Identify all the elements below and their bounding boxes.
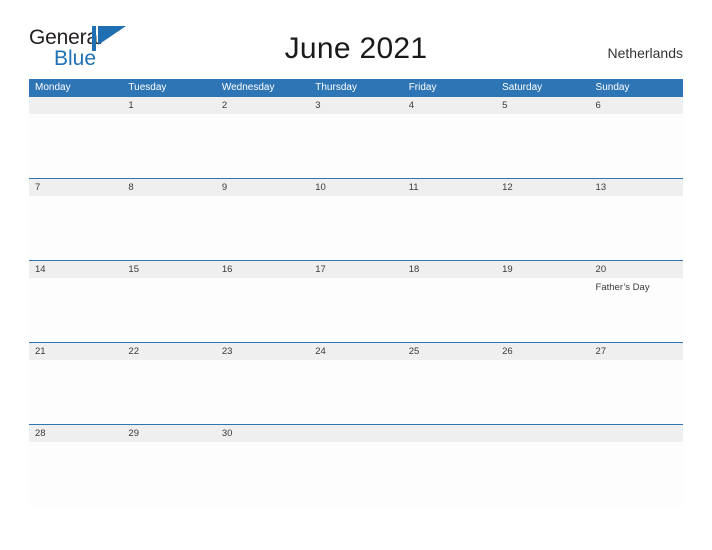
day-number: 12	[502, 182, 513, 193]
day-number: 30	[221, 428, 233, 439]
day-event-label: Father’s Day	[595, 282, 650, 293]
day-number: 25	[408, 346, 420, 357]
week-row: 14 15 16 17 18 19 20 Father’s Day	[29, 260, 683, 342]
day-number: 3	[315, 100, 321, 111]
day-number: 18	[408, 264, 420, 275]
location-label: Netherlands	[607, 45, 684, 61]
day-number: 7	[35, 182, 41, 193]
page-header: General Blue June 2021 Netherlands	[0, 0, 712, 78]
weekday-header-saturday: Saturday	[502, 82, 543, 93]
day-number: 1	[128, 100, 134, 111]
day-cell[interactable]: 6	[590, 97, 683, 178]
day-cell[interactable]: 22	[122, 343, 215, 424]
day-number: 8	[128, 182, 134, 193]
day-cell[interactable]: 12	[496, 179, 589, 260]
page-title: June 2021	[284, 32, 428, 65]
calendar-grid: Monday Tuesday Wednesday Thursday Friday…	[29, 79, 683, 506]
day-cell[interactable]: 23	[216, 343, 309, 424]
day-number: 15	[128, 264, 139, 275]
day-number: 24	[315, 346, 326, 357]
day-number: 26	[502, 346, 513, 357]
day-number: 22	[128, 346, 139, 357]
day-number: 21	[35, 346, 46, 357]
week-row: 7 8 9 10 11 12 13	[29, 178, 683, 260]
weekday-header-row: Monday Tuesday Wednesday Thursday Friday…	[29, 79, 683, 96]
day-number: 11	[408, 182, 419, 193]
day-cell[interactable]: 17	[309, 261, 402, 342]
day-number: 9	[221, 182, 228, 193]
day-cell[interactable]: 7	[29, 179, 122, 260]
day-cell[interactable]: 18	[403, 261, 496, 342]
week-row: 28 29 30	[29, 424, 683, 506]
day-cell[interactable]: 30	[216, 425, 309, 506]
day-cell[interactable]: 10	[309, 179, 402, 260]
weekday-header-tuesday: Tuesday	[128, 82, 167, 93]
weekday-header-thursday: Thursday	[315, 82, 357, 93]
day-cell[interactable]: 13	[590, 179, 683, 260]
day-cell[interactable]	[496, 425, 589, 506]
week-row: 21 22 23 24 25 26 27	[29, 342, 683, 424]
day-cell[interactable]	[29, 97, 122, 178]
day-cell[interactable]: 8	[122, 179, 215, 260]
day-cell[interactable]: 28	[29, 425, 122, 506]
day-cell[interactable]: 26	[496, 343, 589, 424]
weekday-header-monday: Monday	[35, 82, 71, 93]
day-number: 10	[315, 182, 326, 193]
day-number: 17	[315, 264, 326, 275]
day-number: 29	[128, 428, 139, 439]
day-cell[interactable]: 21	[29, 343, 122, 424]
day-cell[interactable]: 24	[309, 343, 402, 424]
day-number: 4	[408, 100, 414, 111]
day-cell[interactable]	[590, 425, 683, 506]
day-cell[interactable]: 19	[496, 261, 589, 342]
day-cell[interactable]: 25	[403, 343, 496, 424]
day-cell[interactable]: 2	[216, 97, 309, 178]
day-cell[interactable]: 1	[122, 97, 215, 178]
day-cell[interactable]: 29	[122, 425, 215, 506]
day-number: 16	[221, 264, 233, 275]
day-cell[interactable]: 4	[403, 97, 496, 178]
day-number: 6	[595, 100, 601, 111]
day-cell[interactable]: 9	[216, 179, 309, 260]
day-number: 23	[221, 346, 233, 357]
day-cell[interactable]: 20 Father’s Day	[590, 261, 683, 342]
day-number: 5	[502, 100, 508, 111]
day-cell[interactable]: 3	[309, 97, 402, 178]
day-cell[interactable]: 16	[216, 261, 309, 342]
day-cell[interactable]: 15	[122, 261, 215, 342]
day-cell[interactable]	[309, 425, 402, 506]
day-number: 13	[595, 182, 607, 193]
day-cell[interactable]: 5	[496, 97, 589, 178]
weekday-header-sunday: Sunday	[595, 82, 630, 93]
weekday-header-wednesday: Wednesday	[221, 82, 275, 93]
day-cell[interactable]: 11	[403, 179, 496, 260]
day-cell[interactable]	[403, 425, 496, 506]
day-cell[interactable]: 14	[29, 261, 122, 342]
day-number: 20	[595, 264, 607, 275]
day-number: 19	[502, 264, 513, 275]
day-number: 27	[595, 346, 607, 357]
day-number: 2	[221, 100, 228, 111]
week-row: 1 2 3 4 5 6	[29, 96, 683, 178]
day-number: 28	[35, 428, 46, 439]
day-cell[interactable]: 27	[590, 343, 683, 424]
day-number: 14	[35, 264, 46, 275]
weekday-header-friday: Friday	[408, 82, 437, 93]
